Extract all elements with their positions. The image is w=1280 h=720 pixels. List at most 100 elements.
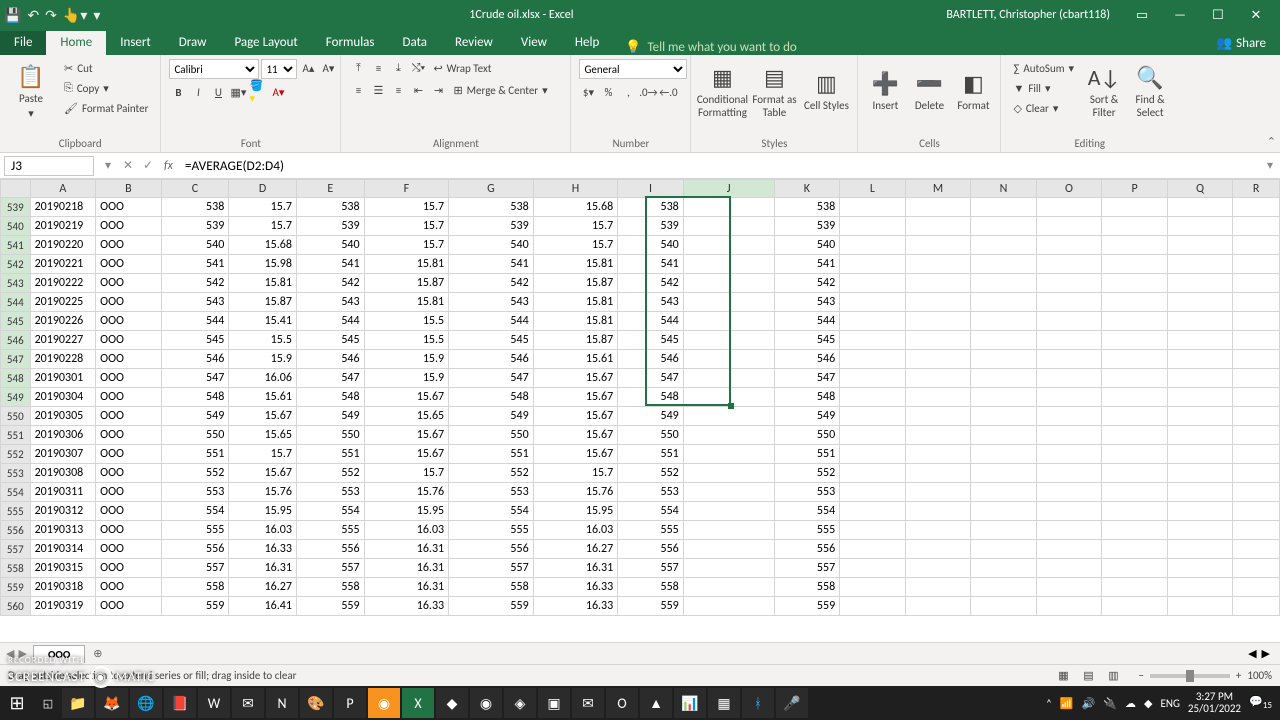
row-header[interactable]: 542 xyxy=(1,255,31,274)
cell[interactable]: 557 xyxy=(618,559,684,578)
cell[interactable] xyxy=(1233,350,1280,369)
cell[interactable] xyxy=(1036,217,1102,236)
row-header[interactable]: 558 xyxy=(1,559,31,578)
cell[interactable] xyxy=(1233,274,1280,293)
cell[interactable] xyxy=(683,464,774,483)
column-header[interactable]: C xyxy=(161,180,229,198)
cell[interactable] xyxy=(1102,426,1168,445)
row-header[interactable]: 543 xyxy=(1,274,31,293)
cell[interactable]: 557 xyxy=(296,559,364,578)
cell[interactable]: OOO xyxy=(96,426,162,445)
cell[interactable]: 15.67 xyxy=(364,445,449,464)
cell[interactable] xyxy=(683,350,774,369)
comma-format-icon[interactable]: , xyxy=(619,83,637,101)
cell[interactable] xyxy=(683,331,774,350)
cell[interactable]: 543 xyxy=(774,293,840,312)
task-view-icon[interactable]: ◱ xyxy=(34,697,62,710)
cell[interactable]: 540 xyxy=(449,236,534,255)
cell[interactable]: 546 xyxy=(296,350,364,369)
cell[interactable]: OOO xyxy=(96,388,162,407)
cell[interactable]: 15.67 xyxy=(533,426,618,445)
cell[interactable] xyxy=(840,445,906,464)
cell[interactable] xyxy=(1233,198,1280,217)
cell[interactable]: 20190307 xyxy=(30,445,96,464)
column-header[interactable]: Q xyxy=(1167,180,1233,198)
cell[interactable] xyxy=(840,597,906,616)
cell[interactable] xyxy=(683,293,774,312)
name-box[interactable] xyxy=(4,156,94,176)
row-header[interactable]: 547 xyxy=(1,350,31,369)
column-header[interactable]: H xyxy=(533,180,618,198)
cell[interactable] xyxy=(840,521,906,540)
orientation-icon[interactable]: ⤭▾ xyxy=(409,59,427,77)
cell[interactable] xyxy=(840,540,906,559)
cell[interactable]: 15.67 xyxy=(229,407,297,426)
cell[interactable]: 16.31 xyxy=(229,559,297,578)
cell[interactable]: 550 xyxy=(296,426,364,445)
cell[interactable]: 553 xyxy=(296,483,364,502)
cell[interactable] xyxy=(1167,502,1233,521)
cell[interactable] xyxy=(1233,445,1280,464)
row-header[interactable]: 548 xyxy=(1,369,31,388)
column-header[interactable]: E xyxy=(296,180,364,198)
cell[interactable]: 15.65 xyxy=(364,407,449,426)
cell[interactable] xyxy=(1102,502,1168,521)
bold-button[interactable]: B xyxy=(169,83,187,101)
cell[interactable]: OOO xyxy=(96,445,162,464)
cell[interactable] xyxy=(905,331,971,350)
cell[interactable]: 548 xyxy=(449,388,534,407)
fill-button[interactable]: ▼Fill ▾ xyxy=(1009,79,1078,97)
cell[interactable] xyxy=(905,483,971,502)
app-generic-3[interactable]: ◈ xyxy=(504,688,536,718)
user-name[interactable]: BARTLETT, Christopher (cbart118) xyxy=(938,8,1118,22)
cell[interactable] xyxy=(971,331,1037,350)
cell[interactable]: 553 xyxy=(449,483,534,502)
cell[interactable] xyxy=(905,293,971,312)
cell[interactable]: 559 xyxy=(161,597,229,616)
cell[interactable]: 20190311 xyxy=(30,483,96,502)
paste-button[interactable]: 📋 Paste ▾ xyxy=(8,59,54,123)
save-icon[interactable]: 💾 xyxy=(4,7,21,24)
clock-date[interactable]: 25/01/2022 xyxy=(1188,703,1241,715)
cell[interactable] xyxy=(1167,312,1233,331)
cell[interactable] xyxy=(683,255,774,274)
cell[interactable] xyxy=(840,369,906,388)
merge-center-button[interactable]: ⊞Merge & Center ▾ xyxy=(449,81,551,99)
minimize-icon[interactable]: — xyxy=(1166,8,1194,23)
cell[interactable] xyxy=(1233,597,1280,616)
cell[interactable]: 15.9 xyxy=(364,369,449,388)
cell[interactable]: 15.81 xyxy=(364,293,449,312)
cell[interactable] xyxy=(683,483,774,502)
cell[interactable]: 552 xyxy=(618,464,684,483)
cell[interactable]: OOO xyxy=(96,521,162,540)
onedrive-icon[interactable]: ☁ xyxy=(1125,697,1136,710)
align-middle-icon[interactable]: ≡ xyxy=(369,59,387,77)
cell[interactable]: 548 xyxy=(161,388,229,407)
cell[interactable] xyxy=(971,502,1037,521)
cell[interactable] xyxy=(1233,502,1280,521)
cell[interactable] xyxy=(1036,559,1102,578)
cell[interactable] xyxy=(905,464,971,483)
mail-icon[interactable]: ✉ xyxy=(572,688,604,718)
cancel-formula-icon[interactable]: ✕ xyxy=(118,158,138,173)
cell[interactable] xyxy=(840,502,906,521)
cell[interactable]: 555 xyxy=(296,521,364,540)
collapse-ribbon-icon[interactable]: ⌃ xyxy=(1267,135,1276,148)
cell[interactable] xyxy=(683,559,774,578)
cell[interactable] xyxy=(1102,464,1168,483)
cell[interactable]: 551 xyxy=(774,445,840,464)
cell[interactable]: 15.87 xyxy=(364,274,449,293)
cell[interactable]: 20190222 xyxy=(30,274,96,293)
row-header[interactable]: 551 xyxy=(1,426,31,445)
tell-me-search[interactable]: 💡 Tell me what you want to do xyxy=(613,40,1202,55)
cell[interactable] xyxy=(1036,369,1102,388)
cell[interactable] xyxy=(905,388,971,407)
qat-customize-icon[interactable]: ▾ xyxy=(93,7,100,24)
cell[interactable]: 16.27 xyxy=(229,578,297,597)
cell[interactable] xyxy=(683,502,774,521)
cell[interactable] xyxy=(1233,559,1280,578)
cell[interactable]: 543 xyxy=(161,293,229,312)
formula-input[interactable] xyxy=(179,156,1260,176)
cell[interactable] xyxy=(683,426,774,445)
cell[interactable] xyxy=(971,597,1037,616)
